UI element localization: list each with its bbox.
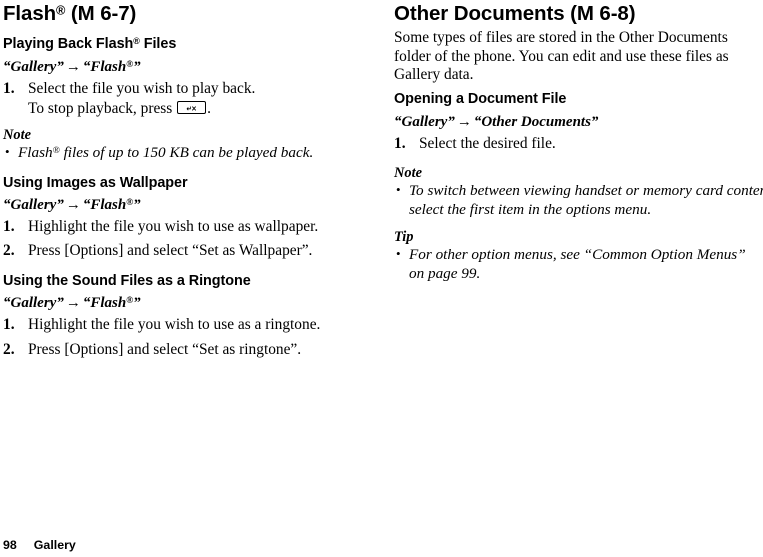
arrow-right-icon: → xyxy=(65,59,81,75)
navigation-path-playing-back-flash: “Gallery” → “Flash®” xyxy=(3,58,141,77)
navigation-path-using-images-as-wallpaper: “Gallery” → “Flash®” xyxy=(3,196,141,215)
navpath-to: “Flash xyxy=(82,197,127,213)
navpath-to: “Flash xyxy=(82,59,127,75)
note-label: Note xyxy=(394,165,422,181)
step-text: Select the file you wish to play back. xyxy=(28,80,256,97)
step-number: 1. xyxy=(394,135,406,152)
registered-mark-icon: ® xyxy=(56,2,66,18)
arrow-right-icon: → xyxy=(65,197,81,213)
section-heading-using-sound-files-as-ringtone: Using the Sound Files as a Ringtone xyxy=(3,273,251,289)
step-item: 2. Press [Options] and select “Set as Wa… xyxy=(3,241,403,261)
step-text: Press [Options] and select “Set as ringt… xyxy=(28,341,302,358)
page-title: Flash® (M 6-7) xyxy=(3,2,136,26)
page-title-other-documents: Other Documents (M 6-8) xyxy=(394,2,636,25)
end-key-glyph: ↵✕ xyxy=(186,105,197,113)
page-footer: 98 Gallery xyxy=(3,538,76,553)
step-number: 2. xyxy=(3,341,15,358)
navigation-path-using-sound-files-as-ringtone: “Gallery” → “Flash®” xyxy=(3,294,141,313)
note-label: Note xyxy=(3,127,31,143)
step-number: 1. xyxy=(3,80,15,97)
step-number: 1. xyxy=(3,316,15,333)
navpath-to-suffix: ” xyxy=(133,59,141,75)
note-item: • To switch between viewing handset or me… xyxy=(394,182,763,219)
footer-chapter-name: Gallery xyxy=(33,538,76,552)
navpath-to-suffix: ” xyxy=(133,295,141,311)
section-heading-using-images-as-wallpaper: Using Images as Wallpaper xyxy=(3,175,188,191)
navigation-path-opening-a-document-file: “Gallery” → “Other Documents” xyxy=(394,113,598,132)
step-substep: To stop playback, press ↵✕. xyxy=(28,99,403,119)
navpath-to: “Other Documents” xyxy=(473,114,599,130)
step-text: Highlight the file you wish to use as wa… xyxy=(28,218,319,235)
navpath-from: “Gallery” xyxy=(394,114,455,130)
note-item-text: To switch between viewing handset or mem… xyxy=(409,182,763,218)
page-title-text: Flash xyxy=(3,2,57,25)
step-text: Highlight the file you wish to use as a … xyxy=(28,316,321,333)
step-item: 1. Highlight the file you wish to use as… xyxy=(3,315,403,335)
step-text: Press [Options] and select “Set as Wallp… xyxy=(28,242,313,259)
navpath-from: “Gallery” xyxy=(3,197,64,213)
tip-label: Tip xyxy=(394,229,414,245)
tip-item: • For other option menus, see “Common Opt… xyxy=(394,246,757,283)
section-heading-playing-back-flash: Playing Back Flash® Files xyxy=(3,35,176,53)
bullet-icon: • xyxy=(396,246,401,261)
intro-paragraph: Some types of files are stored in the Ot… xyxy=(394,29,729,84)
navpath-from: “Gallery” xyxy=(3,59,64,75)
note-item-text: Flash xyxy=(18,144,53,161)
arrow-right-icon: → xyxy=(456,114,472,130)
step-number: 1. xyxy=(3,218,15,235)
footer-page-number: 98 xyxy=(3,538,17,552)
note-item-suffix: files of up to 150 KB can be played back… xyxy=(59,144,314,161)
step-text: Select the desired file. xyxy=(419,135,556,152)
step-item: 1. Select the file you wish to play back… xyxy=(3,79,403,119)
navpath-to: “Flash xyxy=(82,295,127,311)
page-title-suffix: (M 6-7) xyxy=(65,2,137,25)
section-heading-suffix: Files xyxy=(139,36,177,52)
step-item: 1. Highlight the file you wish to use as… xyxy=(3,217,403,237)
tip-item-text: For other option menus, see “Common Opti… xyxy=(409,246,746,282)
bullet-icon: • xyxy=(396,182,401,197)
note-item: • Flash® files of up to 150 KB can be pla… xyxy=(3,144,393,163)
arrow-right-icon: → xyxy=(65,295,81,311)
end-key-icon: ↵✕ xyxy=(177,101,207,114)
navpath-to-suffix: ” xyxy=(133,197,141,213)
step-item: 1. Select the desired file. xyxy=(394,134,763,154)
step-item: 2. Press [Options] and select “Set as ri… xyxy=(3,340,403,360)
section-heading-opening-a-document-file: Opening a Document File xyxy=(394,91,567,107)
section-heading-text: Playing Back Flash xyxy=(3,36,134,52)
step-substep-suffix: . xyxy=(207,100,211,117)
manual-page: Flash® (M 6-7) Playing Back Flash® Files… xyxy=(0,0,763,557)
step-number: 2. xyxy=(3,242,15,259)
step-substep-text: To stop playback, press xyxy=(28,100,177,117)
registered-mark-icon: ® xyxy=(52,145,60,156)
navpath-from: “Gallery” xyxy=(3,295,64,311)
bullet-icon: • xyxy=(5,144,10,159)
